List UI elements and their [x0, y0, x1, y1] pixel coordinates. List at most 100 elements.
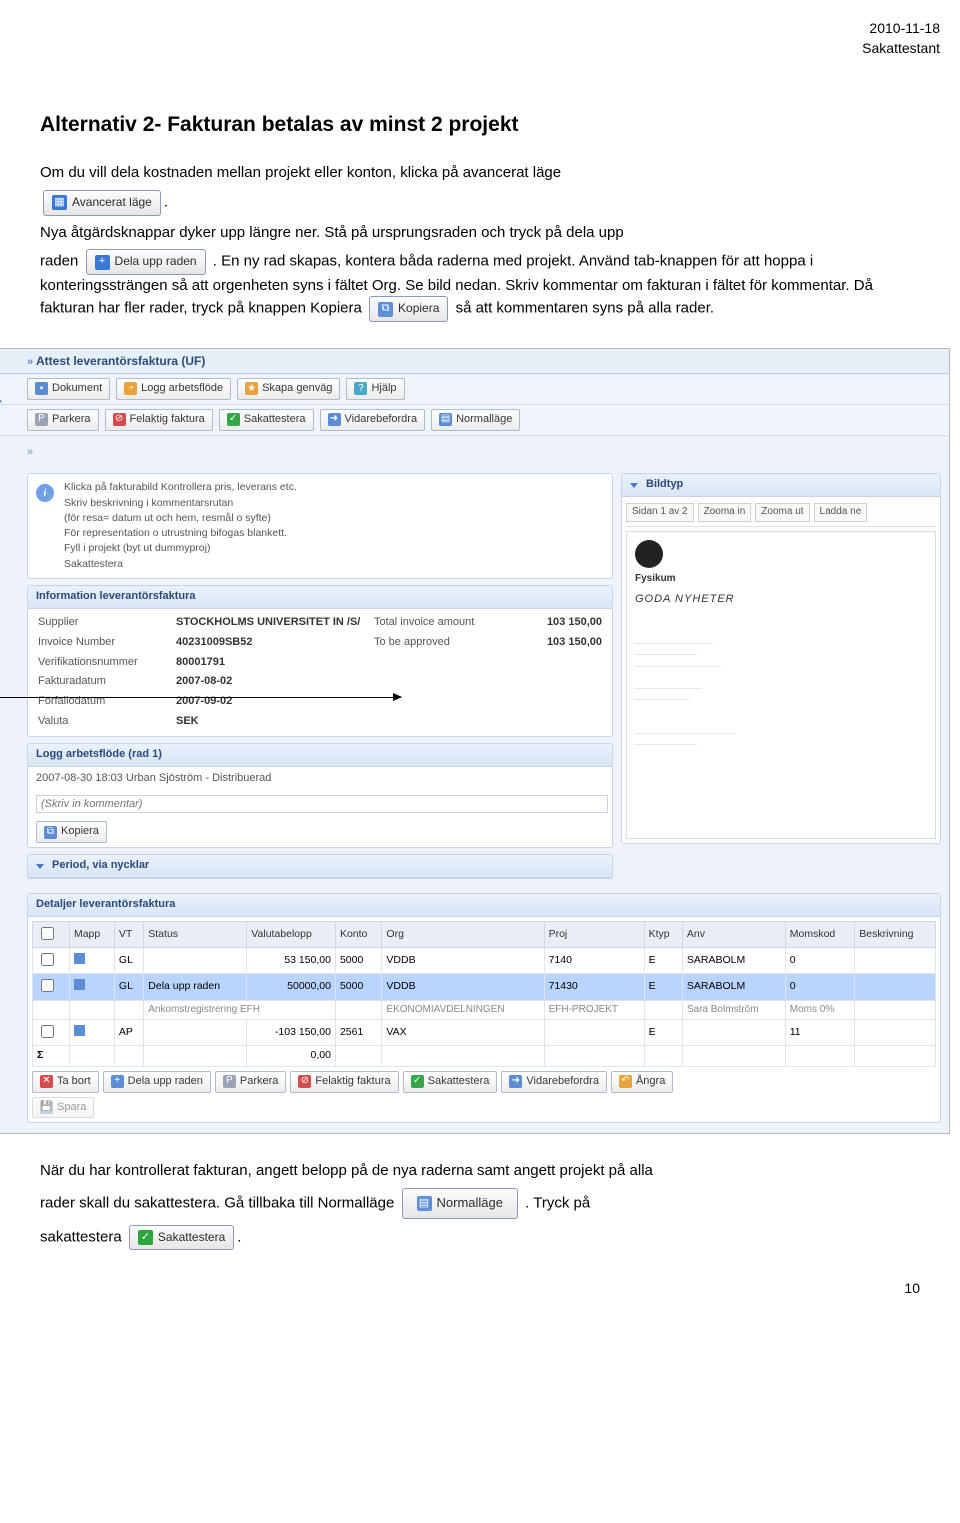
- select-all-checkbox[interactable]: [41, 927, 54, 940]
- page-indicator: Sidan 1 av 2: [626, 503, 694, 522]
- check-icon: ✓: [227, 413, 240, 426]
- park-icon: P: [223, 1075, 236, 1088]
- page-number: 10: [40, 1278, 920, 1298]
- split-row-button[interactable]: +Dela upp raden: [103, 1071, 211, 1093]
- zoom-in-button[interactable]: Zooma in: [698, 503, 752, 522]
- para1: Om du vill dela kostnaden mellan projekt…: [40, 164, 561, 181]
- action-vidarebefordra[interactable]: ➜Vidarebefordra: [320, 409, 426, 431]
- bottom-para3a: sakattestera: [40, 1229, 126, 1246]
- chevron-icon[interactable]: »: [27, 445, 33, 461]
- image-panel: Bildtyp Sidan 1 av 2 Zooma in Zooma ut L…: [621, 473, 941, 843]
- info-icon: i: [36, 484, 54, 502]
- error-icon: ⊘: [113, 413, 126, 426]
- chevron-down-icon[interactable]: [630, 483, 638, 488]
- attest-button-inline[interactable]: ✓ Sakattestera: [129, 1225, 234, 1250]
- action-felaktig[interactable]: ⊘Felaktig faktura: [105, 409, 213, 431]
- bottom-para3b: .: [237, 1229, 241, 1246]
- action-parkera[interactable]: PParkera: [27, 409, 99, 431]
- table-subrow: Ankomstregistrering EFH EKONOMIAVDELNING…: [33, 1000, 936, 1020]
- table-sum-row: Σ 0,00: [33, 1046, 936, 1066]
- window-title: Attest leverantörsfaktura (UF): [36, 354, 205, 368]
- bottom-para2b: . Tryck på: [525, 1195, 590, 1212]
- table-row[interactable]: GL 53 150,00 5000 VDDB 7140 E SARABOLM 0: [33, 948, 936, 974]
- park-icon: P: [35, 413, 48, 426]
- info-panel-title: Information leverantörsfaktura: [36, 589, 196, 605]
- forward-icon: ➜: [328, 413, 341, 426]
- instruction-tip: i Klicka på fakturabild Kontrollera pris…: [27, 473, 613, 578]
- undo-icon: ↶: [619, 1075, 632, 1088]
- log-panel: Logg arbetsflöde (rad 1) 2007-08-30 18:0…: [27, 743, 613, 848]
- save-icon: 💾: [40, 1101, 53, 1114]
- folder-icon[interactable]: [74, 953, 85, 964]
- action-normallage[interactable]: ▤Normalläge: [431, 409, 520, 431]
- para2d: så att kommentaren syns på alla rader.: [456, 300, 714, 317]
- save-button[interactable]: 💾Spara: [32, 1097, 94, 1119]
- normal-icon: ▤: [439, 413, 452, 426]
- detail-table: Mapp VT Status Valutabelopp Konto Org Pr…: [32, 921, 936, 1067]
- forward-button[interactable]: ➜Vidarebefordra: [501, 1071, 607, 1093]
- log-copy-button[interactable]: ⧉Kopiera: [36, 821, 107, 843]
- log-icon: ◔: [124, 382, 137, 395]
- toolbar-dokument[interactable]: ▪Dokument: [27, 378, 110, 400]
- park-button[interactable]: PParkera: [215, 1071, 287, 1093]
- bottom-para2a: rader skall du sakattestera. Gå tillbaka…: [40, 1195, 399, 1212]
- chevron-icon[interactable]: »: [27, 355, 33, 371]
- period-panel[interactable]: Period, via nycklar: [27, 854, 613, 879]
- plus-icon: +: [111, 1075, 124, 1088]
- error-icon: ⊘: [298, 1075, 311, 1088]
- image-panel-title: Bildtyp: [646, 477, 683, 493]
- doc-title: Alternativ 2- Fakturan betalas av minst …: [40, 110, 920, 140]
- download-button[interactable]: Ladda ne: [814, 503, 868, 522]
- copy-button-inline[interactable]: ⧉ Kopiera: [369, 296, 448, 321]
- app-screenshot: AGRESSO Huvudmeny » Attest leverantörsfa…: [0, 348, 950, 1135]
- error-button[interactable]: ⊘Felaktig faktura: [290, 1071, 398, 1093]
- header-role: Sakattestant: [862, 38, 940, 58]
- forward-icon: ➜: [509, 1075, 522, 1088]
- table-row-selected[interactable]: GL Dela upp raden 50000,00 5000 VDDB 714…: [33, 974, 936, 1000]
- attest-button[interactable]: ✓Sakattestera: [403, 1071, 498, 1093]
- copy-icon: ⧉: [378, 302, 393, 317]
- normal-icon: ▤: [417, 1196, 432, 1211]
- copy-label: Kopiera: [398, 300, 439, 317]
- advanced-mode-button-inline[interactable]: ▦ Avancerat läge: [43, 190, 161, 215]
- normal-mode-button-inline[interactable]: ▤ Normalläge: [402, 1188, 518, 1219]
- star-icon: ★: [245, 382, 258, 395]
- delete-button[interactable]: ✕Ta bort: [32, 1071, 99, 1093]
- toolbar-hjalp[interactable]: ?Hjälp: [346, 378, 404, 400]
- log-entry: 2007-08-30 18:03 Urban Sjöström - Distri…: [28, 767, 612, 791]
- row-checkbox[interactable]: [41, 953, 54, 966]
- copy-icon: ⧉: [44, 826, 57, 839]
- toolbar-logg[interactable]: ◔Logg arbetsflöde: [116, 378, 231, 400]
- undo-button[interactable]: ↶Ångra: [611, 1071, 673, 1093]
- header-date: 2010-11-18: [862, 18, 940, 38]
- log-title: Logg arbetsflöde (rad 1): [28, 744, 612, 767]
- row-checkbox[interactable]: [41, 1025, 54, 1038]
- invoice-logo: [635, 540, 663, 568]
- bottom-para1: När du har kontrollerat fakturan, angett…: [40, 1160, 920, 1182]
- info-panel: Information leverantörsfaktura SupplierS…: [27, 585, 613, 738]
- check-icon: ✓: [138, 1230, 153, 1245]
- comment-input[interactable]: [36, 795, 608, 813]
- detail-panel-title: Detaljer leverantörsfaktura: [36, 897, 175, 913]
- split-row-label: Dela upp raden: [115, 253, 197, 270]
- row-checkbox[interactable]: [41, 979, 54, 992]
- invoice-image[interactable]: Fysikum GODA NYHETER –––––––––––––––––––…: [626, 531, 936, 839]
- toolbar-genvag[interactable]: ★Skapa genväg: [237, 378, 340, 400]
- action-sakattestera[interactable]: ✓Sakattestera: [219, 409, 314, 431]
- zoom-out-button[interactable]: Zooma ut: [755, 503, 809, 522]
- annotation-arrow: [0, 697, 401, 698]
- attest-label: Sakattestera: [158, 1229, 225, 1246]
- grid-icon: ▦: [52, 195, 67, 210]
- folder-icon[interactable]: [74, 1025, 85, 1036]
- split-row-button-inline[interactable]: + Dela upp raden: [86, 249, 206, 274]
- detail-panel: Detaljer leverantörsfaktura Mapp VT Stat…: [27, 893, 941, 1123]
- para2a: Nya åtgärdsknappar dyker upp längre ner.…: [40, 224, 624, 241]
- table-row[interactable]: AP -103 150,00 2561 VAX E 11: [33, 1020, 936, 1046]
- plus-icon: +: [95, 255, 110, 270]
- folder-icon[interactable]: [74, 979, 85, 990]
- para2b: raden: [40, 253, 83, 270]
- app-sidebar[interactable]: AGRESSO Huvudmeny: [0, 397, 5, 522]
- normal-mode-label: Normalläge: [437, 1194, 503, 1213]
- help-icon: ?: [354, 382, 367, 395]
- doc-icon: ▪: [35, 382, 48, 395]
